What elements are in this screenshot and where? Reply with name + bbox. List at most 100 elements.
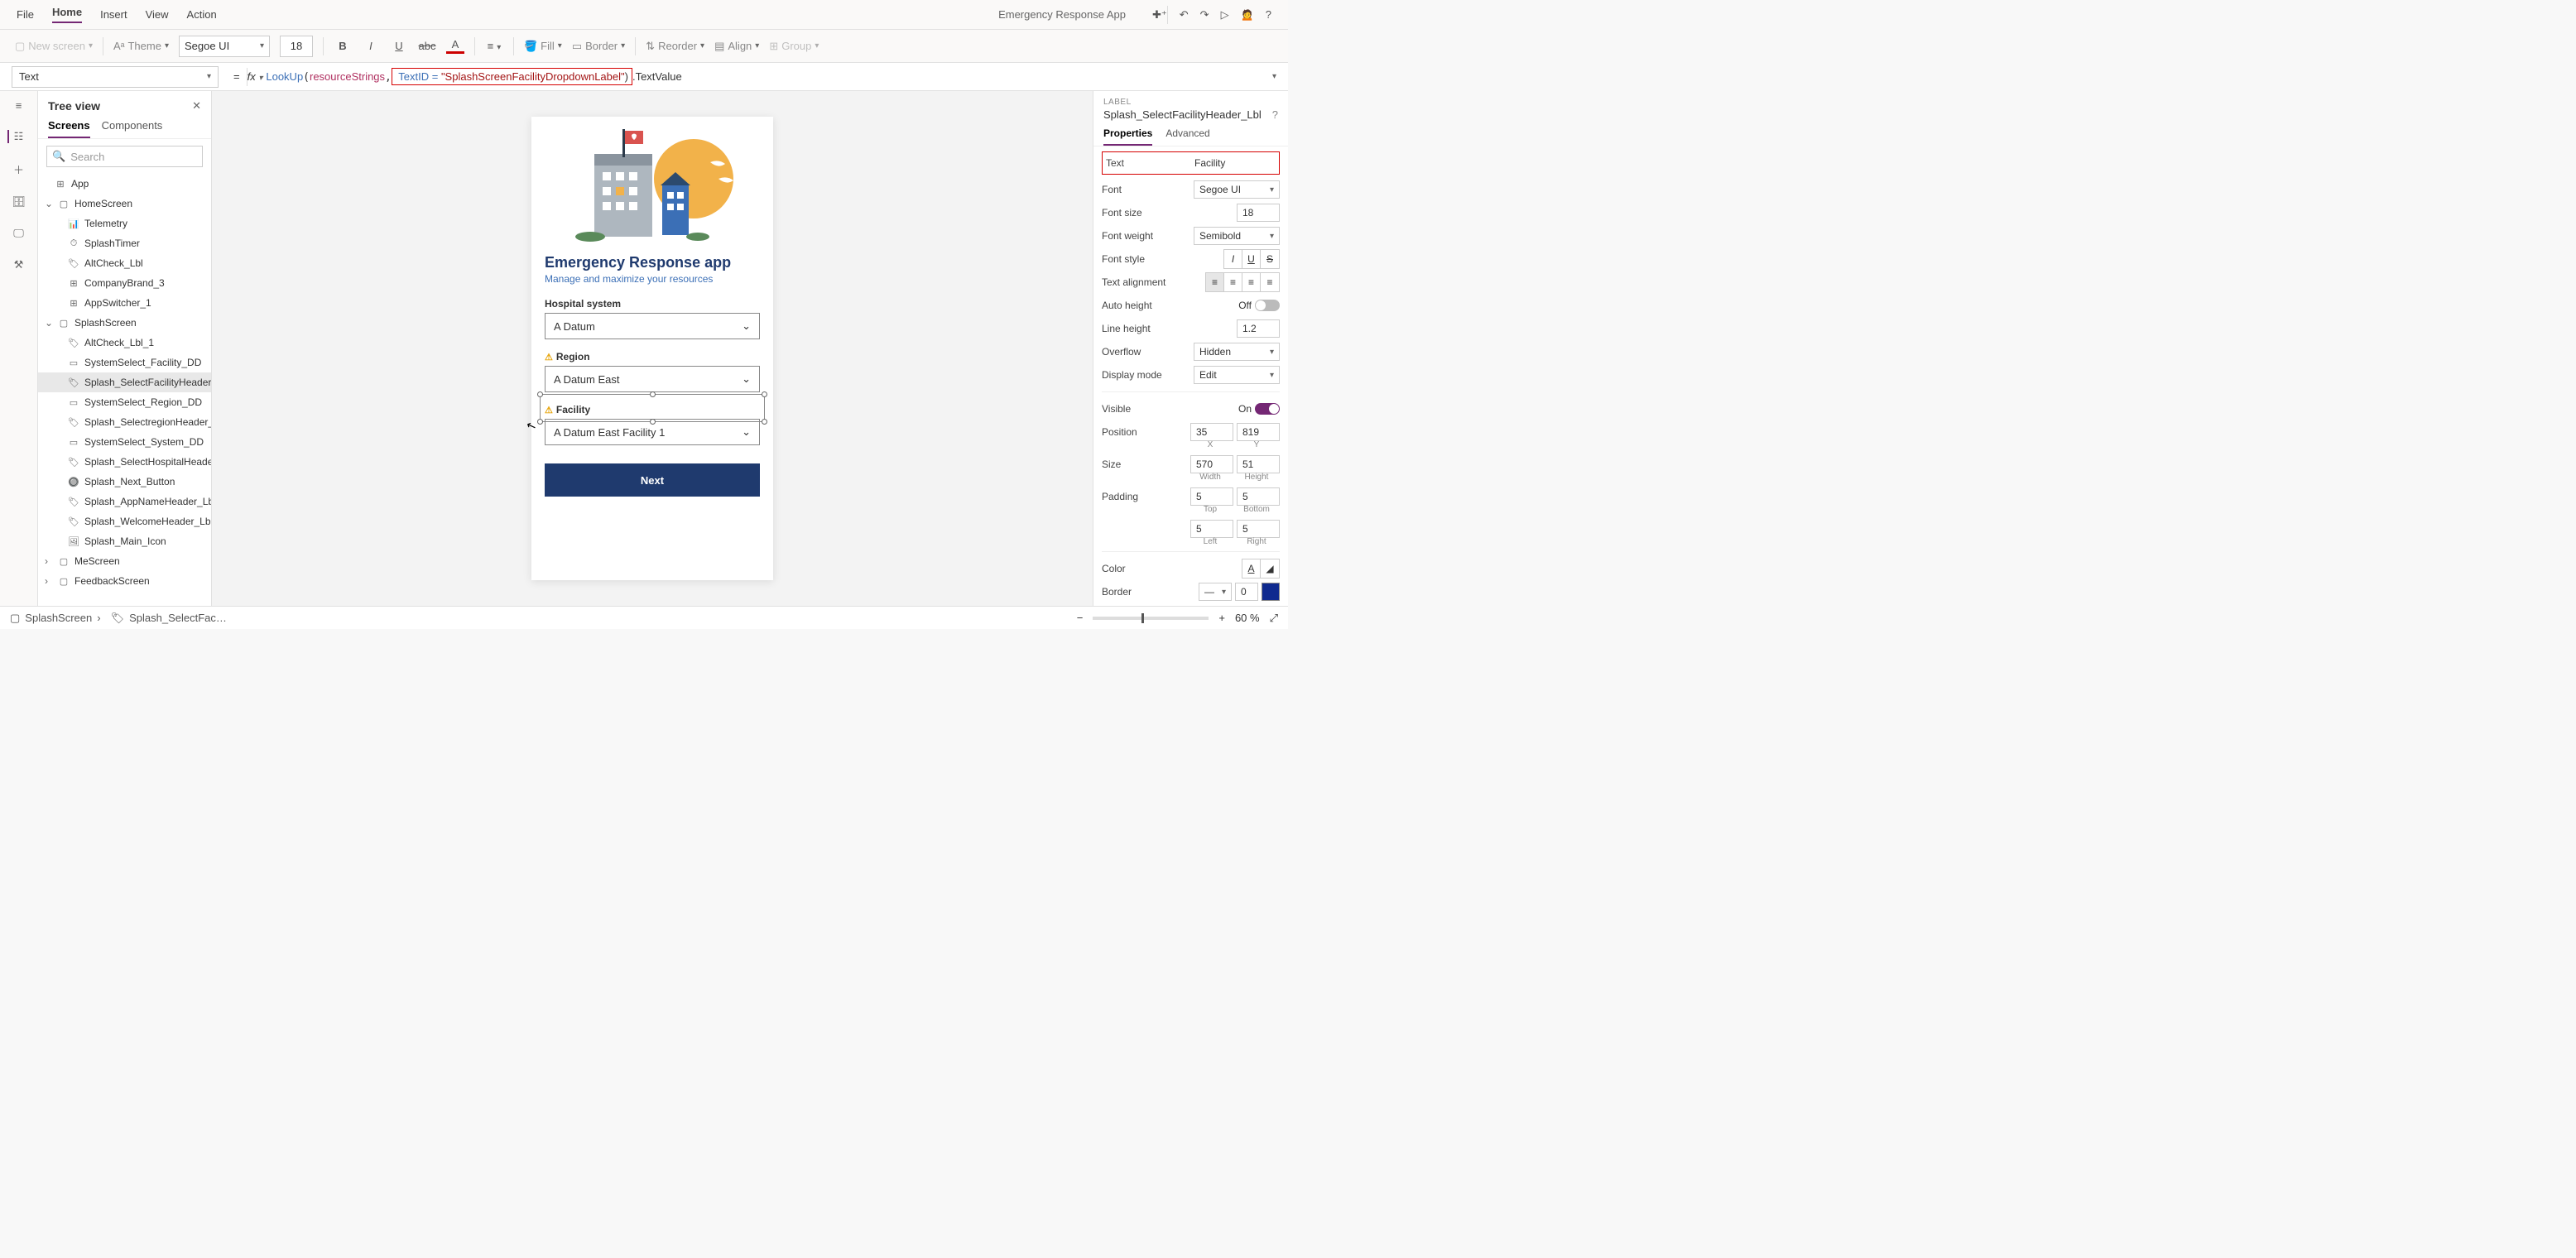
align-button[interactable]: ▤ Align ▾ [714,40,759,53]
tree-node-selected[interactable]: 🏷Splash_SelectFacilityHeader_Lbl⋯ [38,372,211,392]
tree-node-mescreen[interactable]: ›▢MeScreen [38,551,211,571]
zoom-in-icon[interactable]: + [1218,612,1225,624]
tree-node-feedbackscreen[interactable]: ›▢FeedbackScreen [38,571,211,591]
tree-node[interactable]: ▭SystemSelect_Facility_DD [38,353,211,372]
bold-icon[interactable]: B [334,40,352,52]
hero-illustration [531,117,773,249]
tree-tab-screens[interactable]: Screens [48,119,90,138]
pad-right-input[interactable]: 5 [1237,520,1280,538]
props-tab-advanced[interactable]: Advanced [1165,127,1209,146]
prop-input-text[interactable]: Facility [1189,154,1276,172]
tree-node[interactable]: ▭SystemSelect_Region_DD [38,392,211,412]
tree-tab-components[interactable]: Components [102,119,163,138]
tree-node[interactable]: 🏷AltCheck_Lbl [38,253,211,273]
tree-node-splashscreen[interactable]: ⌄▢SplashScreen [38,313,211,333]
hospital-dropdown[interactable]: A Datum⌄ [545,313,760,339]
zoom-slider[interactable] [1093,617,1209,620]
tree-node[interactable]: ⏱SplashTimer [38,233,211,253]
formula-expand-icon[interactable]: ▾ [1272,72,1276,81]
tree-node[interactable]: 🏷Splash_SelectregionHeader_Lbl [38,412,211,432]
rail-hamburger-icon[interactable]: ≡ [16,99,22,112]
font-selector[interactable]: Segoe UI▾ [179,36,270,57]
pad-top-input[interactable]: 5 [1190,487,1233,506]
panel-help-icon[interactable]: ? [1272,108,1278,121]
tree-node[interactable]: 🏷Splash_AppNameHeader_Lbl [38,492,211,511]
autoheight-toggle[interactable] [1255,300,1280,311]
menu-view[interactable]: View [146,8,169,21]
rail-media-icon[interactable]: 🖵 [13,227,24,240]
prop-fontsize-input[interactable]: 18 [1237,204,1280,222]
font-color-icon[interactable]: A [446,38,464,54]
strike-icon[interactable]: abc [418,40,436,52]
next-button[interactable]: Next [545,463,760,497]
italic-icon[interactable]: I [362,40,380,52]
rail-tree-icon[interactable]: ☷ [7,130,24,143]
pos-y-input[interactable]: 819 [1237,423,1280,441]
facility-label-selected[interactable]: ⚠Facility [545,399,760,417]
tree-node[interactable]: ▭SystemSelect_System_DD [38,432,211,452]
menu-action[interactable]: Action [187,8,217,21]
border-style-select[interactable]: ―▾ [1199,583,1232,601]
underline-icon[interactable]: U [390,40,408,52]
pad-bottom-input[interactable]: 5 [1237,487,1280,506]
font-size-input[interactable]: 18 [280,36,313,57]
border-button[interactable]: ▭ Border ▾ [572,40,625,53]
tree-node[interactable]: ⊞CompanyBrand_3 [38,273,211,293]
tree-node-app[interactable]: ⊞App [38,174,211,194]
width-input[interactable]: 570 [1190,455,1233,473]
fx-icon[interactable]: fx ▾ [248,70,263,83]
tree-node[interactable]: 🏷Splash_WelcomeHeader_Lbl [38,511,211,531]
app-checker-icon[interactable]: ✚⁺ [1152,8,1167,22]
play-icon[interactable]: ▷ [1221,8,1229,22]
pos-x-input[interactable]: 35 [1190,423,1233,441]
border-width-input[interactable]: 0 [1235,583,1258,601]
overflow-select[interactable]: Hidden▾ [1194,343,1280,361]
tree-search-input[interactable]: 🔍 Search [46,146,203,167]
new-screen-button[interactable]: ▢ New screen ▾ [15,40,93,53]
border-color-swatch[interactable] [1262,583,1280,601]
tree-node[interactable]: 🔘Splash_Next_Button [38,472,211,492]
reorder-button[interactable]: ⇅ Reorder ▾ [646,40,704,53]
rail-data-icon[interactable]: 🗄 [12,195,26,209]
fit-screen-icon[interactable]: ⤢ [1270,612,1278,625]
menu-home[interactable]: Home [52,6,82,23]
color-style-group[interactable]: A◢ [1242,559,1280,579]
help-icon[interactable]: ? [1266,8,1271,21]
rail-advanced-icon[interactable]: ⚒ [14,258,24,271]
breadcrumb[interactable]: ▢SplashScreen› [10,612,101,625]
props-tab-properties[interactable]: Properties [1103,127,1152,146]
tree-node[interactable]: ⊞AppSwitcher_1 [38,293,211,313]
fill-button[interactable]: 🪣 Fill ▾ [524,40,562,53]
pad-left-input[interactable]: 5 [1190,520,1233,538]
tree-node[interactable]: 🖼Splash_Main_Icon [38,531,211,551]
tree-node[interactable]: 🏷AltCheck_Lbl_1 [38,333,211,353]
menu-insert[interactable]: Insert [100,8,127,21]
height-input[interactable]: 51 [1237,455,1280,473]
property-selector[interactable]: Text▾ [12,66,219,88]
tree-node[interactable]: 📊Telemetry [38,214,211,233]
visible-toggle[interactable] [1255,403,1280,415]
undo-icon[interactable]: ↶ [1180,8,1189,22]
tree-close-icon[interactable]: ✕ [192,99,201,113]
menu-file[interactable]: File [17,8,34,21]
prop-fontweight-select[interactable]: Semibold▾ [1194,227,1280,245]
tree-node-homescreen[interactable]: ⌄▢HomeScreen [38,194,211,214]
design-canvas[interactable]: Emergency Response app Manage and maximi… [212,91,1093,606]
zoom-out-icon[interactable]: − [1077,612,1084,624]
rail-insert-icon[interactable]: ＋ [13,161,24,177]
share-icon[interactable]: 🙍 [1241,8,1254,22]
text-align-group[interactable]: ≡≡≡≡ [1205,272,1280,292]
region-dropdown[interactable]: A Datum East⌄ [545,366,760,392]
facility-dropdown[interactable]: A Datum East Facility 1⌄ [545,419,760,445]
formula-input[interactable]: LookUp(resourceStrings, TextID = "Splash… [266,70,1266,84]
group-button[interactable]: ⊞ Group ▾ [769,40,819,53]
tree-node[interactable]: 🏷Splash_SelectHospitalHeader_Lbl [38,452,211,472]
redo-icon[interactable]: ↷ [1200,8,1209,22]
prop-font-select[interactable]: Segoe UI▾ [1194,180,1280,199]
font-style-group[interactable]: IUS [1223,249,1280,269]
lineheight-input[interactable]: 1.2 [1237,319,1280,338]
displaymode-select[interactable]: Edit▾ [1194,366,1280,384]
theme-button[interactable]: Aᵃ Theme ▾ [113,40,169,52]
breadcrumb[interactable]: 🏷Splash_SelectFac… [111,612,227,625]
text-align-icon[interactable]: ≡ [485,40,503,52]
